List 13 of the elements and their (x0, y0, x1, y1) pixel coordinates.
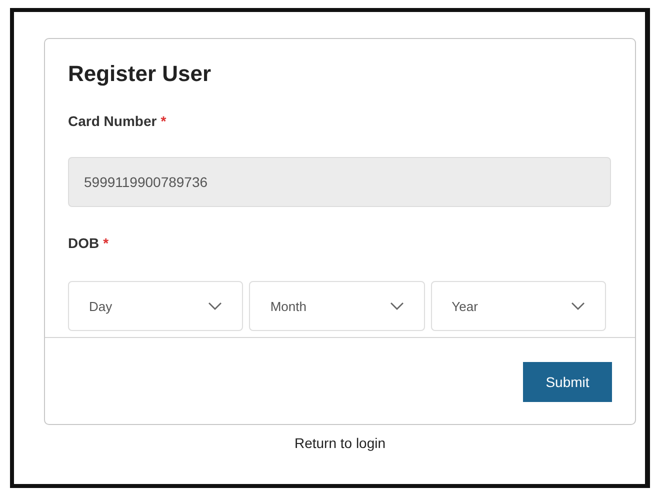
chevron-down-icon (570, 302, 585, 310)
submit-button[interactable]: Submit (523, 362, 612, 402)
field-label: DOB (68, 235, 100, 251)
dropdown[interactable]: Day (68, 281, 244, 331)
chevron-down-icon (208, 302, 222, 310)
dropdown[interactable]: Year (430, 281, 606, 331)
field-label: Card Number (68, 113, 157, 129)
form-title: Register User (68, 61, 212, 87)
chevron-down-icon (390, 302, 404, 310)
required-mark: * (160, 113, 166, 129)
required-mark: * (103, 235, 109, 251)
dropdown[interactable]: Month (249, 281, 425, 331)
return-link[interactable]: Return to login (294, 435, 386, 451)
